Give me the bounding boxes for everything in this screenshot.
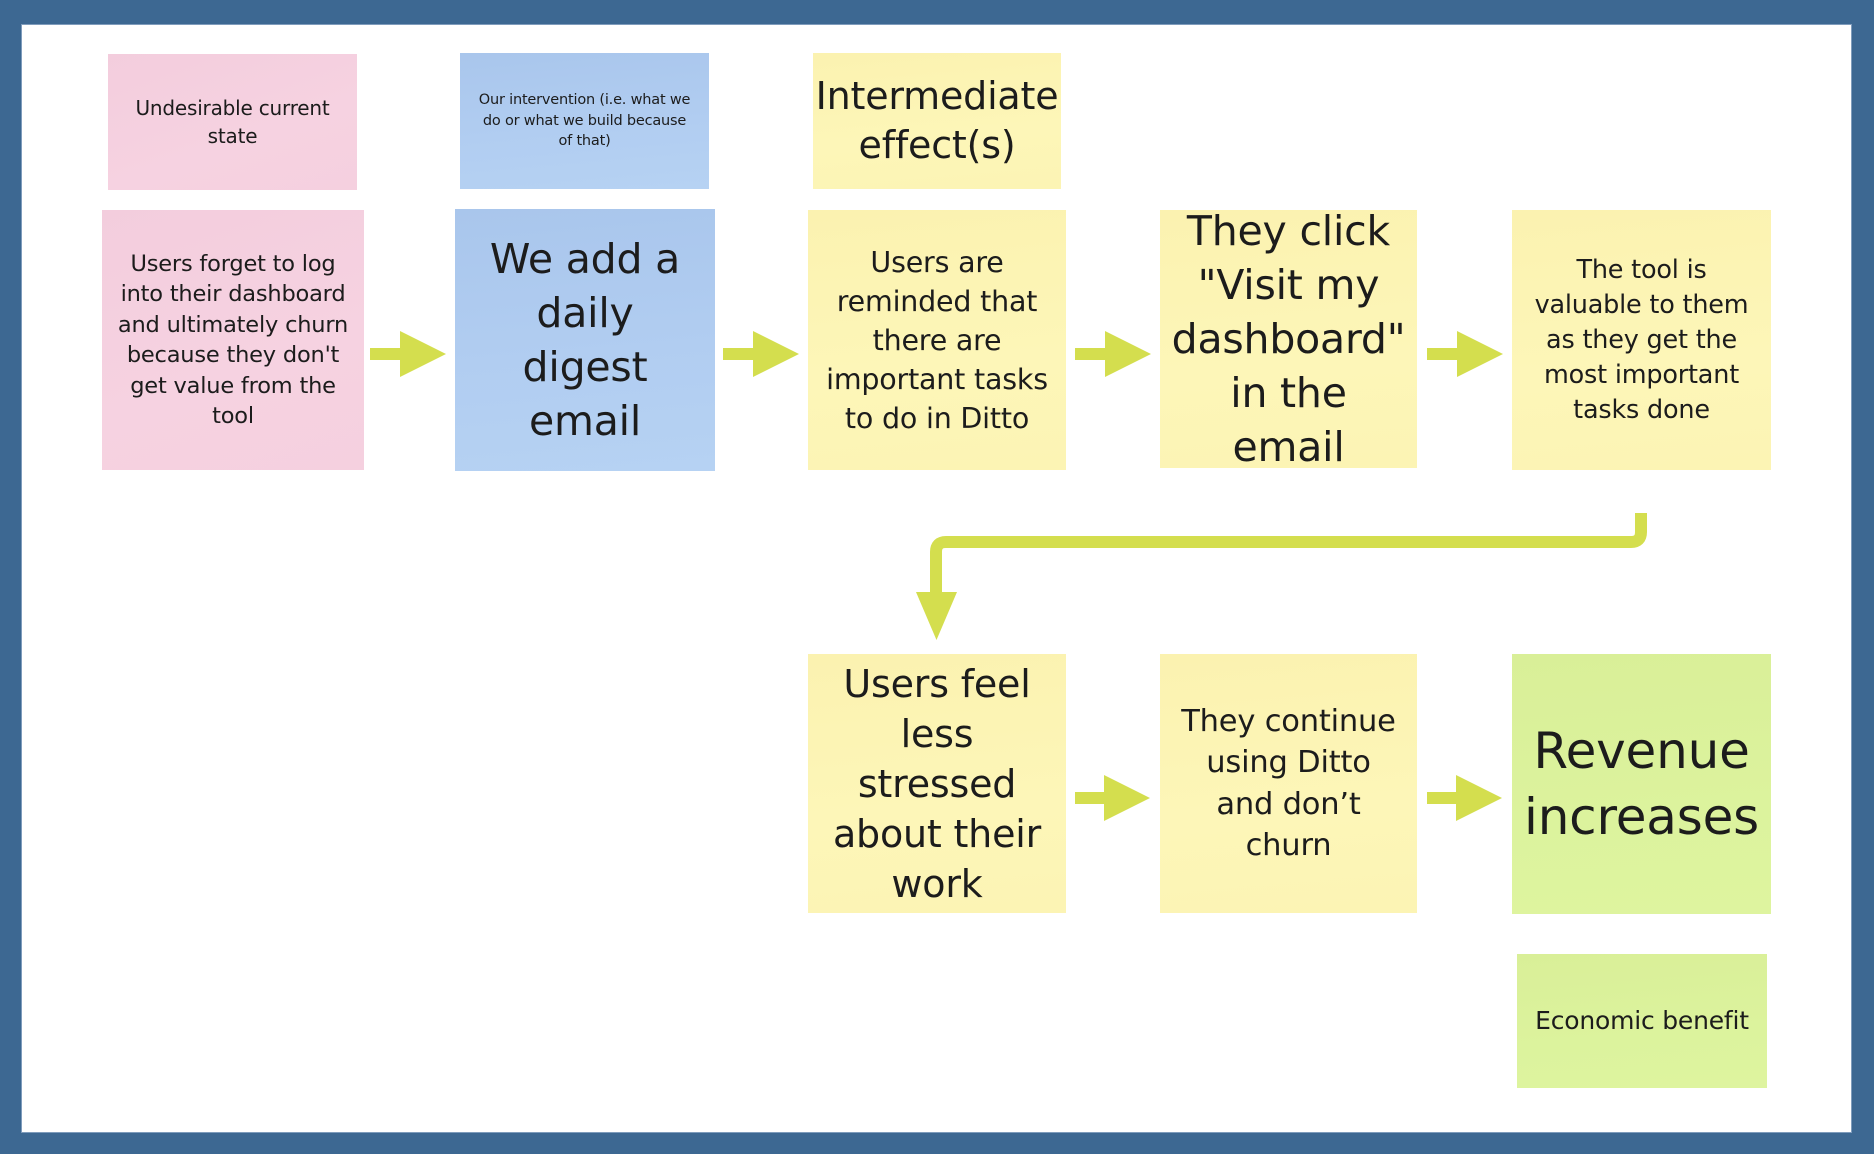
- sticky-note-intervention-label[interactable]: Our intervention (i.e. what we do or wha…: [460, 53, 709, 189]
- sticky-note-effect-5[interactable]: They continue using Ditto and don’t chur…: [1160, 654, 1417, 913]
- sticky-note-intervention[interactable]: We add a daily digest email: [455, 209, 715, 471]
- note-text: Intermediate effect(s): [815, 74, 1059, 167]
- note-text: Users forget to log into their dashboard…: [117, 250, 349, 430]
- note-text: Economic benefit: [1535, 1006, 1749, 1035]
- sticky-note-economic-benefit-label[interactable]: Economic benefit: [1517, 954, 1767, 1088]
- sticky-note-outcome[interactable]: Revenue increases: [1512, 654, 1771, 914]
- note-text: They continue using Ditto and don’t chur…: [1181, 703, 1396, 864]
- note-text: Our intervention (i.e. what we do or wha…: [478, 92, 691, 150]
- note-text: Undesirable current state: [135, 96, 330, 148]
- sticky-note-effect-1[interactable]: Users are reminded that there are import…: [808, 210, 1066, 470]
- sticky-note-undesirable-state-label[interactable]: Undesirable current state: [108, 54, 357, 190]
- sticky-note-effect-3[interactable]: The tool is valuable to them as they get…: [1512, 210, 1771, 470]
- note-text: Users are reminded that there are import…: [826, 245, 1048, 435]
- note-text: The tool is valuable to them as they get…: [1534, 254, 1749, 425]
- sticky-note-effect-4[interactable]: Users feel less stressed about their wor…: [808, 654, 1066, 913]
- note-text: They click "Visit my dashboard" in the e…: [1171, 207, 1406, 471]
- note-text: Revenue increases: [1524, 722, 1759, 846]
- sticky-note-intermediate-effects-label[interactable]: Intermediate effect(s): [813, 53, 1061, 189]
- note-text: Users feel less stressed about their wor…: [832, 661, 1042, 906]
- note-text: We add a daily digest email: [489, 235, 681, 445]
- sticky-note-problem[interactable]: Users forget to log into their dashboard…: [102, 210, 364, 470]
- sticky-note-effect-2[interactable]: They click "Visit my dashboard" in the e…: [1160, 207, 1417, 471]
